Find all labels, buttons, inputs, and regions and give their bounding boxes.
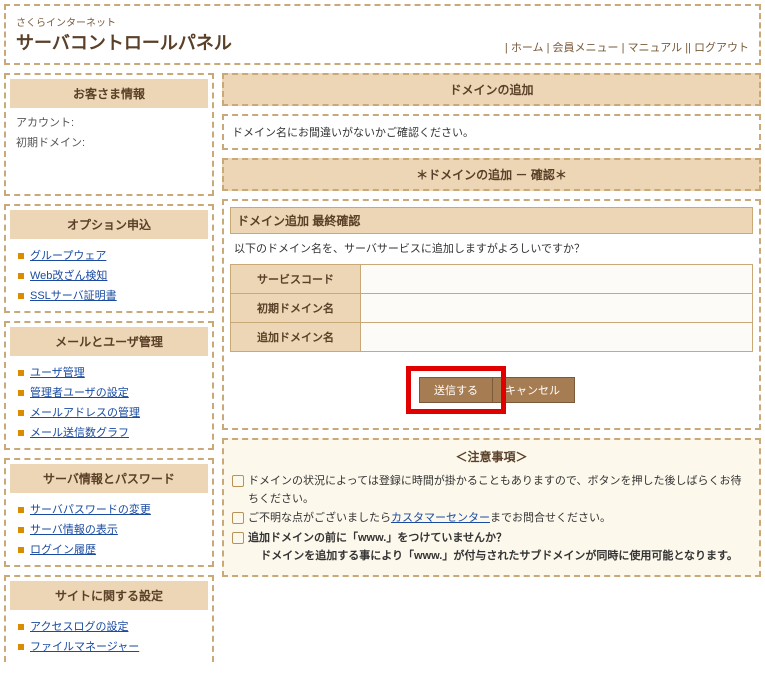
message-box: ドメイン名にお間違いがないかご確認ください。	[222, 114, 761, 150]
sidebar-link-serverinfo[interactable]: サーバ情報の表示	[30, 524, 118, 536]
list-item: ファイルマネージャー	[10, 636, 208, 656]
server-title: サーバ情報とパスワード	[10, 464, 208, 493]
sidebar-link-filemgr[interactable]: ファイルマネージャー	[30, 641, 139, 653]
notice-box: ＜注意事項＞ ドメインの状況によっては登録に時間が掛かることもありますので、ボタ…	[222, 438, 761, 577]
server-box: サーバ情報とパスワード サーバパスワードの変更 サーバ情報の表示 ログイン履歴	[4, 458, 214, 567]
initial-domain-row: 初期ドメイン:	[10, 132, 208, 152]
mailuser-box: メールとユーザ管理 ユーザ管理 管理者ユーザの設定 メールアドレスの管理 メール…	[4, 321, 214, 450]
sidebar-link-loginhist[interactable]: ログイン履歴	[30, 544, 96, 556]
nav-home[interactable]: ホーム	[511, 42, 544, 54]
sidebar-link-pwchange[interactable]: サーバパスワードの変更	[30, 504, 151, 516]
table-row: 初期ドメイン名	[231, 294, 753, 323]
submit-button[interactable]: 送信する	[419, 377, 493, 403]
add-domain-label: 追加ドメイン名	[231, 323, 361, 352]
customer-center-link[interactable]: カスタマーセンター	[391, 512, 490, 524]
table-row: 追加ドメイン名	[231, 323, 753, 352]
form-box: ドメイン追加 最終確認 以下のドメイン名を、サーバサービスに追加しますがよろしい…	[222, 199, 761, 430]
option-box: オプション申込 グループウェア Web改ざん検知 SSLサーバ証明書	[4, 204, 214, 313]
list-item: グループウェア	[10, 245, 208, 265]
app-header: さくらインターネット サーバコントロールパネル | ホーム | 会員メニュー |…	[4, 4, 761, 65]
header-nav: | ホーム | 会員メニュー | マニュアル || ログアウト	[505, 39, 749, 55]
page-title: ドメインの追加	[222, 73, 761, 106]
header-subtitle: さくらインターネット	[16, 14, 749, 29]
sidebar-link-accesslog[interactable]: アクセスログの設定	[30, 621, 128, 633]
list-item: SSLサーバ証明書	[10, 285, 208, 305]
list-item: サーバ情報の表示	[10, 519, 208, 539]
add-domain-value	[361, 323, 753, 352]
sidebar-link-mailgraph[interactable]: メール送信数グラフ	[30, 427, 129, 439]
highlight-frame: 送信する	[406, 366, 506, 414]
notice-line: 追加ドメインの前に「www.」をつけていませんか？ ドメインを追加する事により「…	[232, 530, 751, 565]
service-code-value	[361, 265, 753, 294]
service-code-label: サービスコード	[231, 265, 361, 294]
list-item: アクセスログの設定	[10, 616, 208, 636]
list-item: ユーザ管理	[10, 362, 208, 382]
nav-logout[interactable]: ログアウト	[694, 42, 749, 54]
customer-info-box: お客さま情報 アカウント: 初期ドメイン:	[4, 73, 214, 196]
list-item: ログイン履歴	[10, 539, 208, 559]
sidebar-link-ssl[interactable]: SSLサーバ証明書	[30, 290, 117, 302]
sidebar-link-mailaddr[interactable]: メールアドレスの管理	[30, 407, 140, 419]
sidebar: お客さま情報 アカウント: 初期ドメイン: オプション申込 グループウェア We…	[4, 73, 214, 670]
notice-line: ドメインの状況によっては登録に時間が掛かることもありますので、ボタンを押した後し…	[232, 473, 751, 508]
form-heading: ドメイン追加 最終確認	[230, 207, 753, 234]
initial-domain-value	[361, 294, 753, 323]
site-box: サイトに関する設定 アクセスログの設定 ファイルマネージャー	[4, 575, 214, 662]
table-row: サービスコード	[231, 265, 753, 294]
sidebar-link-webtamper[interactable]: Web改ざん検知	[30, 270, 107, 282]
list-item: Web改ざん検知	[10, 265, 208, 285]
form-prompt: 以下のドメイン名を、サーバサービスに追加しますがよろしいですか？	[230, 234, 753, 262]
list-item: メールアドレスの管理	[10, 402, 208, 422]
site-title: サイトに関する設定	[10, 581, 208, 610]
nav-member[interactable]: 会員メニュー	[553, 42, 619, 54]
list-item: 管理者ユーザの設定	[10, 382, 208, 402]
account-row: アカウント:	[10, 112, 208, 132]
option-title: オプション申込	[10, 210, 208, 239]
confirm-table: サービスコード 初期ドメイン名 追加ドメイン名	[230, 264, 753, 352]
sidebar-link-adminuser[interactable]: 管理者ユーザの設定	[30, 387, 129, 399]
notice-title: ＜注意事項＞	[232, 448, 751, 467]
list-item: メール送信数グラフ	[10, 422, 208, 442]
initial-domain-label: 初期ドメイン名	[231, 294, 361, 323]
notice-line: ご不明な点がございましたらカスタマーセンターまでお問合せください。	[232, 510, 751, 528]
section-title: ＊ドメインの追加 － 確認＊	[222, 158, 761, 191]
sidebar-link-groupware[interactable]: グループウェア	[30, 250, 106, 262]
list-item: サーバパスワードの変更	[10, 499, 208, 519]
sidebar-link-user[interactable]: ユーザ管理	[30, 367, 85, 379]
mailuser-title: メールとユーザ管理	[10, 327, 208, 356]
button-row: 送信する キャンセル	[230, 352, 753, 422]
nav-manual[interactable]: マニュアル	[627, 42, 682, 54]
customer-info-title: お客さま情報	[10, 79, 208, 108]
main-content: ドメインの追加 ドメイン名にお間違いがないかご確認ください。 ＊ドメインの追加 …	[222, 73, 761, 670]
